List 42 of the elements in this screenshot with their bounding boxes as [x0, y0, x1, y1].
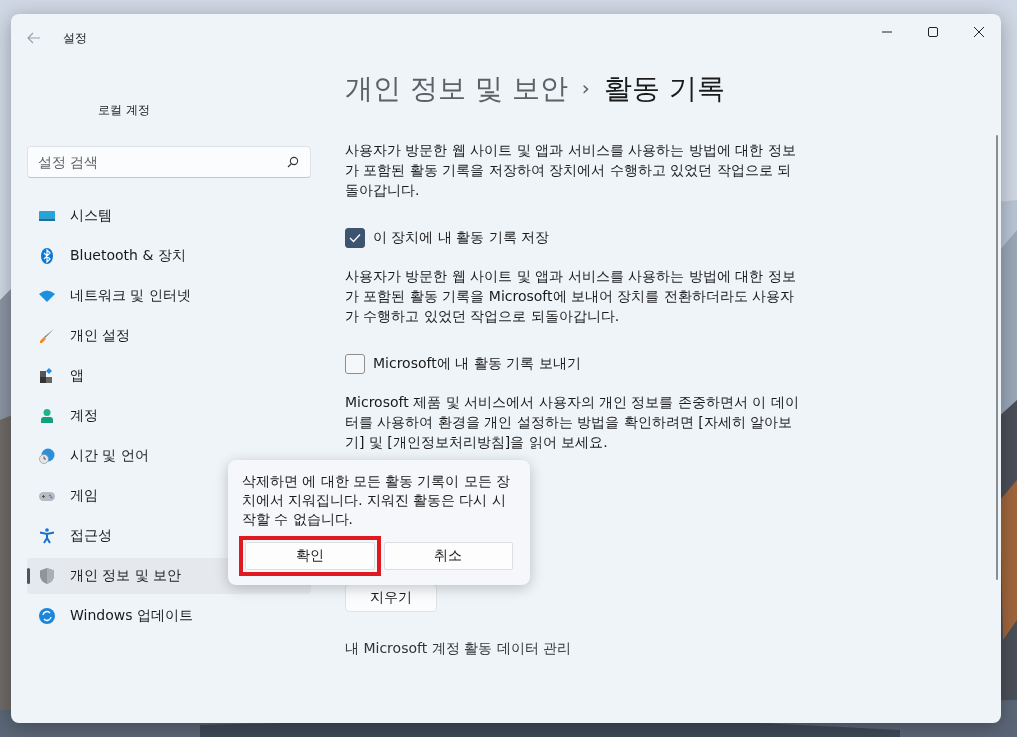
checkmark-icon: [349, 233, 361, 243]
close-icon[interactable]: [974, 27, 984, 37]
wifi-icon: [39, 288, 55, 304]
search-field[interactable]: 설정 검색: [27, 146, 311, 178]
brush-icon: [39, 328, 55, 344]
search-icon: [287, 156, 299, 168]
nav-item[interactable]: 시스템: [27, 198, 311, 234]
nav-item[interactable]: Bluetooth & 장치: [27, 238, 311, 274]
page-title: 활동 기록: [603, 71, 725, 107]
scrollbar[interactable]: [996, 135, 998, 580]
checkbox[interactable]: [345, 354, 365, 374]
breadcrumb-separator: ›: [581, 76, 590, 100]
maximize-icon[interactable]: [928, 27, 938, 37]
nav-item[interactable]: 네트워크 및 인터넷: [27, 278, 311, 314]
person-icon: [39, 408, 55, 424]
window-title: 설정: [63, 29, 87, 47]
checkbox-label: 이 장치에 내 활동 기록 저장: [373, 229, 550, 247]
nav-item[interactable]: 계정: [27, 398, 311, 434]
back-arrow-icon[interactable]: [27, 32, 41, 44]
apps-icon: [39, 368, 55, 384]
nav-item[interactable]: 시간 및 언어: [27, 438, 311, 474]
clear-button[interactable]: 지우기: [345, 584, 437, 612]
dialog-button[interactable]: 취소: [383, 542, 513, 570]
bluetooth-icon: [39, 248, 55, 264]
checkbox[interactable]: [345, 228, 365, 248]
description-text: 사용자가 방문한 웹 사이트 및 앱과 서비스를 사용하는 방법에 대한 정보가 포함된 활동 기록을 Microsoft에 보내어 장치를 전환하더라도 사용자가 수행하고 있었던 작업으로 되돌아갑니다.: [345, 267, 797, 326]
dialog-message: 삭제하면 에 대한 모든 활동 기록이 모든 장치에서 지워집니다. 지워진 활동은 다시 시작할 수 없습니다.: [242, 472, 512, 529]
accessibility-icon: [39, 528, 55, 544]
nav-item[interactable]: 개인 설정: [27, 318, 311, 354]
nav-item[interactable]: 앱: [27, 358, 311, 394]
description-text: Microsoft 제품 및 서비스에서 사용자의 개인 정보를 존중하면서 이 데이터를 사용하여 환경을 개인 설정하는 방법을 확인하려면 [자세히 알아보기] 및 [개인정보처리방침]을 읽어 보세요.: [345, 393, 800, 452]
account-name: 로컬 계정: [98, 102, 151, 119]
monitor-icon: [39, 208, 55, 224]
breadcrumb-parent[interactable]: 개인 정보 및 보안: [345, 70, 568, 108]
shield-icon: [39, 568, 55, 584]
dialog-button[interactable]: 확인: [245, 542, 375, 570]
description-text: 사용자가 방문한 웹 사이트 및 앱과 서비스를 사용하는 방법에 대한 정보가 포함된 활동 기록을 저장하여 장치에서 수행하고 있었던 작업으로 되돌아갑니다.: [345, 141, 797, 200]
checkbox-label: Microsoft에 내 활동 기록 보내기: [373, 355, 581, 373]
globe-clock-icon: [39, 448, 55, 464]
sync-icon: [39, 608, 55, 624]
nav-item[interactable]: Windows 업데이트: [27, 598, 311, 634]
manage-link[interactable]: 내 Microsoft 계정 활동 데이터 관리: [345, 640, 571, 658]
